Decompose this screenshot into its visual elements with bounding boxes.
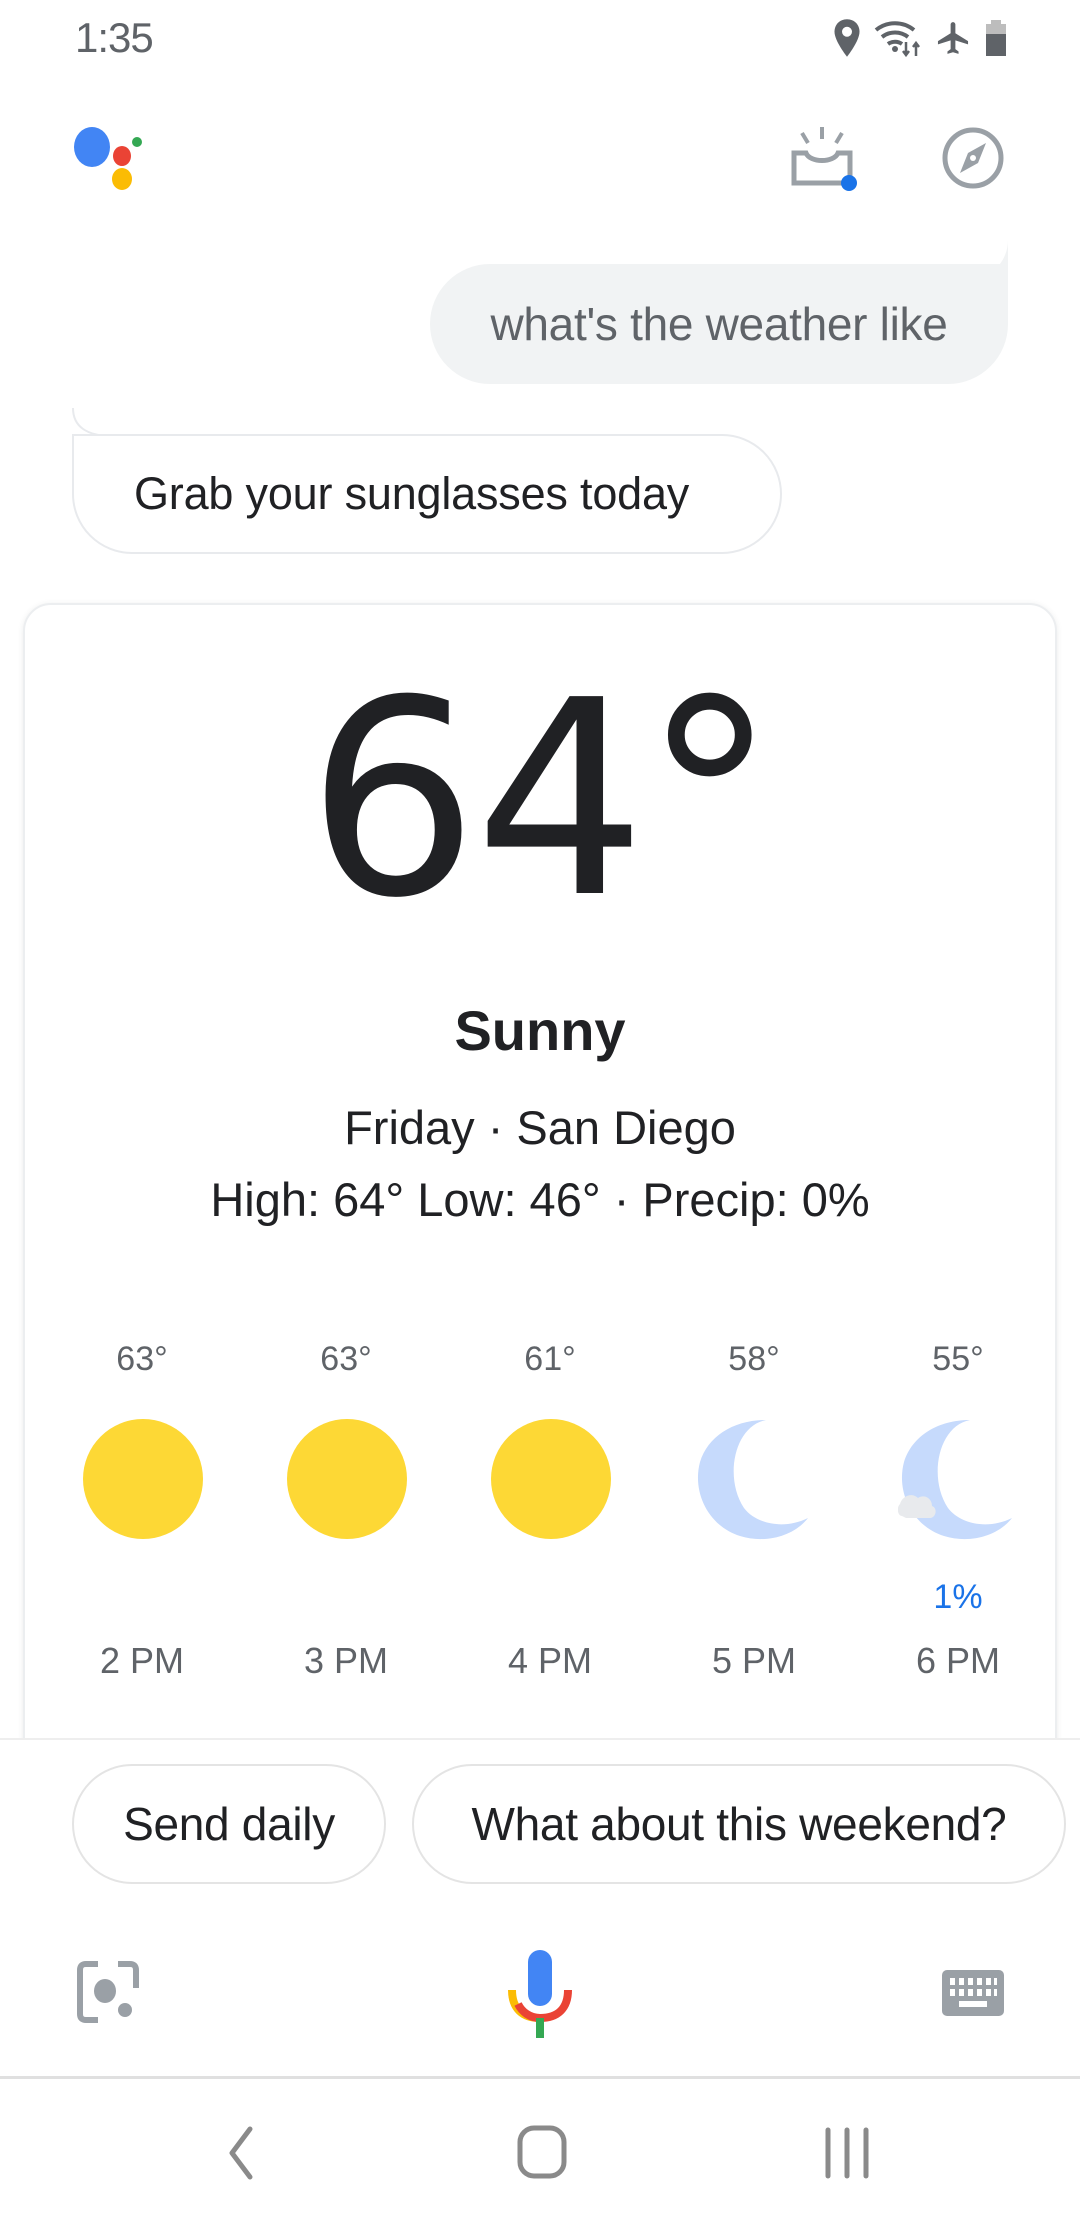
snapshot-icon[interactable] [790, 125, 870, 195]
keyboard-icon[interactable] [942, 1970, 1004, 2016]
hour-temp: 58° [728, 1340, 780, 1378]
chip-label: What about this weekend? [471, 1798, 1007, 1850]
current-temperature: 64° [306, 642, 778, 957]
sun-icon [491, 1419, 611, 1539]
location-icon [834, 19, 860, 57]
hourly-item: 61° 4 PM [468, 1330, 632, 1690]
hourly-item: 58° 5 PM [672, 1330, 836, 1690]
battery-icon [986, 20, 1006, 56]
home-icon[interactable] [516, 2124, 568, 2180]
hour-temp: 63° [320, 1340, 372, 1378]
suggestion-chips: Send daily What about this weekend? [72, 1764, 1066, 1884]
notification-dot [841, 175, 857, 191]
hourly-forecast: 63° 2 PM 63° 3 PM 61° 4 PM 58° 5 PM 55° [60, 1330, 1040, 1690]
status-bar: 1:35 [0, 0, 1080, 76]
airplane-mode-icon [937, 22, 969, 54]
lens-icon[interactable] [76, 1960, 140, 2024]
chip-label: Send daily [123, 1798, 335, 1850]
hour-time: 5 PM [711, 1640, 797, 1681]
user-query-bubble: what's the weather like [430, 264, 1008, 384]
recents-icon[interactable] [822, 2126, 872, 2180]
sun-icon [83, 1419, 203, 1539]
hourly-item: 63° 3 PM [264, 1330, 428, 1690]
weather-condition: Sunny [454, 999, 626, 1062]
hour-time: 4 PM [507, 1640, 593, 1681]
moon-cloud-icon [898, 1420, 1012, 1540]
hour-precip: 1% [933, 1578, 983, 1616]
hour-time: 3 PM [303, 1640, 389, 1681]
hourly-item: 63° 2 PM [60, 1330, 224, 1690]
wifi-data-icon [874, 21, 920, 58]
high-low-precip: High: 64° Low: 46° · Precip: 0% [210, 1173, 870, 1226]
hour-time: 6 PM [915, 1640, 1001, 1681]
hourly-item: 55° 1% 6 PM [876, 1330, 1040, 1690]
day-location: Friday · San Diego [344, 1101, 736, 1154]
sun-icon [287, 1419, 407, 1539]
status-time: 1:35 [75, 14, 154, 61]
hour-time: 2 PM [99, 1640, 185, 1681]
google-assistant-logo [74, 127, 142, 190]
suggestion-chip-send-daily[interactable]: Send daily [72, 1764, 386, 1884]
assistant-reply-bubble: Grab your sunglasses today [72, 434, 782, 554]
assistant-reply-text: Grab your sunglasses today [134, 468, 690, 519]
suggestion-chip-weekend[interactable]: What about this weekend? [412, 1764, 1066, 1884]
hour-temp: 55° [932, 1340, 984, 1378]
user-query-text: what's the weather like [490, 298, 948, 350]
explore-compass-icon[interactable] [940, 125, 1006, 191]
hour-temp: 61° [524, 1340, 576, 1378]
moon-icon [697, 1420, 808, 1540]
microphone-icon[interactable] [508, 1948, 572, 2040]
hour-temp: 63° [116, 1340, 168, 1378]
status-icons [832, 18, 1008, 58]
back-icon[interactable] [222, 2125, 262, 2181]
